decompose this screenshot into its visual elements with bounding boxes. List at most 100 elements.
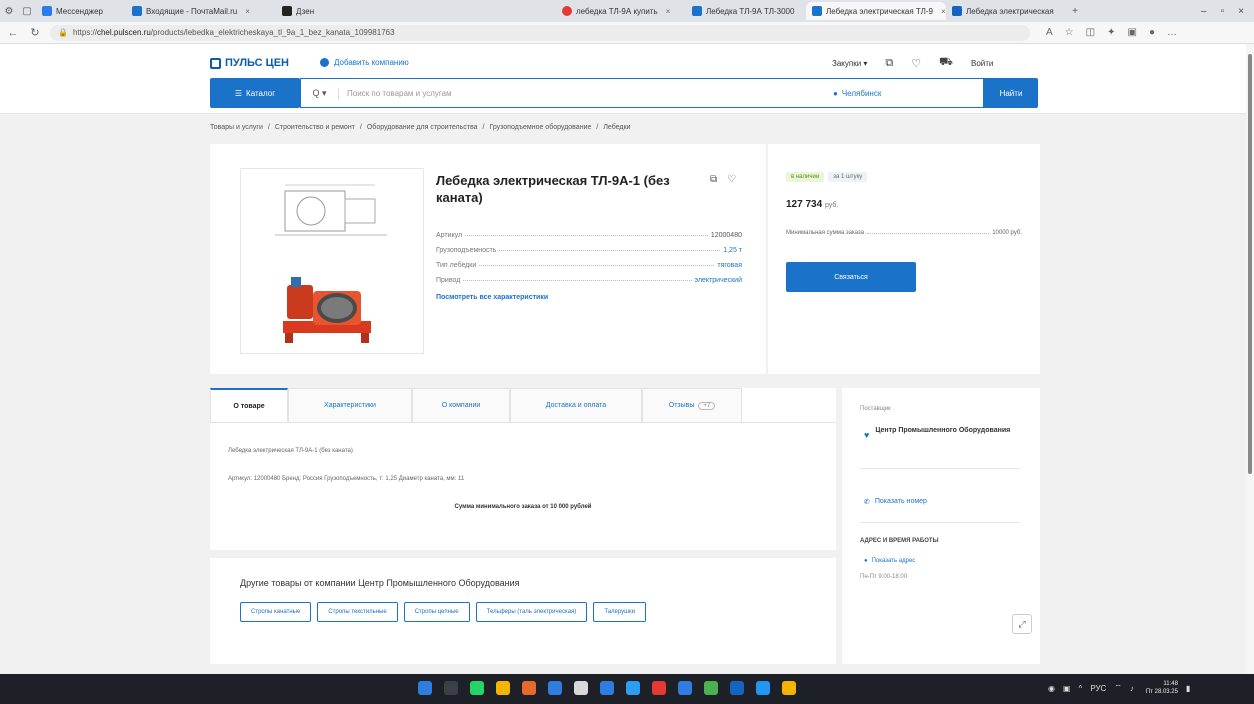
taskbar-app-icon[interactable] bbox=[730, 681, 744, 695]
min-order-label: Минимальная сумма заказа bbox=[786, 230, 865, 236]
browser-tab-5[interactable]: Лебедка электрическая ТЛ-9 × bbox=[806, 2, 946, 20]
add-company-link[interactable]: Добавить компанию bbox=[320, 58, 409, 67]
login-link[interactable]: Войти bbox=[971, 59, 993, 68]
taskbar-apps bbox=[418, 681, 796, 695]
breadcrumb-item[interactable]: Грузоподъемное оборудование bbox=[489, 124, 591, 131]
browser-tab-2[interactable]: Дзен bbox=[276, 2, 556, 20]
breadcrumb-item[interactable]: Товары и услуги bbox=[210, 124, 263, 131]
browser-tab-1[interactable]: Входящие - ПочтаMail.ru × bbox=[126, 2, 276, 20]
tab-delivery[interactable]: Доставка и оплата bbox=[510, 388, 642, 422]
browser-menu-icon[interactable]: ⚙ bbox=[0, 6, 18, 17]
taskbar-app-icon[interactable] bbox=[600, 681, 614, 695]
heart-icon[interactable]: ♡ bbox=[911, 57, 921, 70]
compare-icon[interactable]: ⧉ bbox=[710, 174, 717, 185]
category-chip[interactable]: Талерушки bbox=[593, 602, 646, 622]
notifications-icon[interactable]: ▮ bbox=[1186, 684, 1190, 693]
tray-app-icon[interactable]: ▣ bbox=[1063, 684, 1071, 693]
spec-value-link[interactable]: 1,25 т bbox=[723, 247, 742, 254]
close-icon[interactable]: × bbox=[666, 7, 671, 16]
close-icon[interactable]: × bbox=[941, 7, 946, 16]
breadcrumb-item[interactable]: Лебедки bbox=[603, 124, 630, 131]
read-aloud-icon[interactable]: A bbox=[1046, 27, 1053, 38]
search-input[interactable]: Поиск по товарам и услугам bbox=[339, 89, 833, 98]
contact-seller-button[interactable]: Связаться bbox=[786, 262, 916, 292]
close-icon[interactable]: × bbox=[245, 7, 250, 16]
clock[interactable]: 11:48 Пт 28.03.25 bbox=[1146, 680, 1178, 696]
tab-about[interactable]: О товаре bbox=[210, 388, 288, 422]
technical-drawing-image bbox=[275, 184, 387, 236]
taskbar-app-icon[interactable] bbox=[678, 681, 692, 695]
category-chip[interactable]: Тельферы (таль электрическая) bbox=[475, 602, 588, 622]
seller-name-link[interactable]: ♥ Центр Промышленного Оборудования bbox=[864, 426, 1024, 440]
site-logo[interactable]: ПУЛЬС ЦЕН bbox=[210, 57, 289, 69]
profile-icon[interactable]: ● bbox=[1149, 27, 1155, 38]
minimize-icon[interactable]: – bbox=[1201, 6, 1207, 17]
browser-tab-6[interactable]: Лебедка электрическая bbox=[946, 2, 1066, 20]
taskbar-app-icon[interactable] bbox=[522, 681, 536, 695]
volume-icon[interactable]: ♪ bbox=[1130, 684, 1134, 693]
taskbar-app-icon[interactable] bbox=[470, 681, 484, 695]
language-indicator[interactable]: РУС bbox=[1090, 684, 1106, 693]
tray-network-icon[interactable]: ◉ bbox=[1048, 684, 1055, 693]
maximize-icon[interactable]: ▫ bbox=[1221, 6, 1225, 17]
taskbar-app-icon[interactable] bbox=[496, 681, 510, 695]
taskbar-app-icon[interactable] bbox=[652, 681, 666, 695]
compare-icon[interactable]: ⧉ bbox=[885, 57, 893, 70]
show-address-link[interactable]: ● Показать адрес bbox=[864, 558, 915, 564]
tab-actions-icon[interactable]: ▢ bbox=[18, 6, 36, 17]
category-chip[interactable]: Стропы канатные bbox=[240, 602, 312, 622]
collections-icon[interactable]: ▣ bbox=[1127, 27, 1136, 38]
page-scrollbar[interactable] bbox=[1246, 44, 1254, 674]
search-scope-label: Q bbox=[312, 87, 320, 98]
search-scope-dropdown[interactable]: Q ▾ bbox=[301, 87, 339, 99]
breadcrumb-item[interactable]: Строительство и ремонт bbox=[275, 124, 355, 131]
search-button[interactable]: Найти bbox=[984, 78, 1038, 108]
spec-value-link[interactable]: тяговая bbox=[717, 262, 742, 269]
offer-badges: в наличии за 1 штуку bbox=[786, 172, 868, 182]
wifi-icon[interactable]: ⌔ bbox=[1114, 683, 1122, 693]
purchases-menu[interactable]: Закупки ▾ bbox=[832, 59, 867, 68]
tray-chevron-icon[interactable]: ^ bbox=[1079, 684, 1083, 693]
tab-reviews[interactable]: Отзывы +7 bbox=[642, 388, 742, 422]
purchases-label: Закупки bbox=[832, 58, 862, 68]
close-window-icon[interactable]: × bbox=[1238, 6, 1244, 17]
spec-value-link[interactable]: электрический bbox=[695, 277, 742, 284]
taskbar-app-icon[interactable] bbox=[574, 681, 588, 695]
cart-icon[interactable]: ⛟ bbox=[939, 56, 953, 70]
taskbar-app-icon[interactable] bbox=[548, 681, 562, 695]
min-order-note: Сумма минимального заказа от 10 000 рубл… bbox=[454, 504, 592, 510]
taskbar-app-icon[interactable] bbox=[782, 681, 796, 695]
catalog-button[interactable]: ☰ Каталог bbox=[210, 78, 300, 108]
favorite-star-icon[interactable]: ☆ bbox=[1065, 27, 1074, 38]
taskbar-app-icon[interactable] bbox=[626, 681, 640, 695]
category-chip[interactable]: Стропы цепные bbox=[403, 602, 470, 622]
split-screen-icon[interactable]: ◫ bbox=[1086, 27, 1095, 38]
city-selector[interactable]: ● Челябинск bbox=[833, 89, 983, 98]
taskbar-app-icon[interactable] bbox=[444, 681, 458, 695]
all-specs-link[interactable]: Посмотреть все характеристики bbox=[436, 294, 548, 301]
breadcrumb-item[interactable]: Оборудование для строительства bbox=[367, 124, 478, 131]
browser-tab-4[interactable]: Лебедка ТЛ-9А ТЛ-3000 bbox=[686, 2, 806, 20]
scrollbar-thumb[interactable] bbox=[1248, 54, 1252, 474]
favorite-heart-icon[interactable]: ♡ bbox=[727, 174, 736, 185]
tab-favicon-icon bbox=[562, 6, 572, 16]
browser-extensions: A ☆ ◫ ✦ ▣ ● … bbox=[1046, 27, 1177, 38]
browser-tab-3[interactable]: лебедка ТЛ-9А купить × bbox=[556, 2, 686, 20]
category-chip[interactable]: Стропы текстильные bbox=[317, 602, 398, 622]
show-phone-link[interactable]: ✆ Показать номер bbox=[864, 498, 927, 506]
new-tab-icon[interactable]: + bbox=[1066, 6, 1084, 17]
product-gallery[interactable] bbox=[240, 168, 424, 354]
tab-company[interactable]: О компании bbox=[412, 388, 510, 422]
url-prefix: https:// bbox=[72, 28, 97, 37]
tab-characteristics[interactable]: Характеристики bbox=[288, 388, 412, 422]
reload-icon[interactable]: ↻ bbox=[28, 26, 42, 39]
browser-tab-0[interactable]: Мессенджер bbox=[36, 2, 126, 20]
taskbar-app-icon[interactable] bbox=[704, 681, 718, 695]
taskbar-app-icon[interactable] bbox=[756, 681, 770, 695]
more-icon[interactable]: … bbox=[1167, 27, 1177, 38]
favorites-icon[interactable]: ✦ bbox=[1107, 27, 1115, 38]
expand-icon[interactable]: ⤢ bbox=[1012, 614, 1032, 634]
start-menu-icon[interactable] bbox=[418, 681, 432, 695]
back-icon[interactable]: ← bbox=[6, 27, 20, 39]
url-field[interactable]: 🔒 https://chel.pulscen.ru/products/lebed… bbox=[50, 24, 1030, 41]
